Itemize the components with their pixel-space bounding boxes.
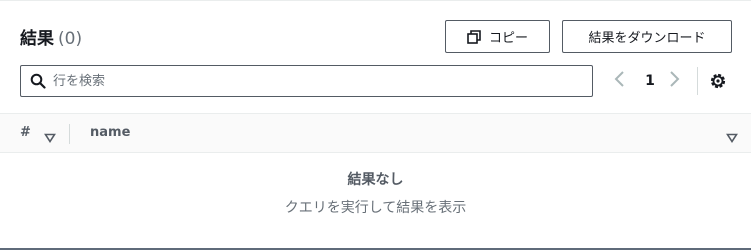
- results-header: 結果 (0) コピー 結果をダウンロード 行を検索 1: [0, 1, 751, 113]
- download-button-label: 結果をダウンロード: [588, 31, 706, 46]
- empty-state-title: 結果なし: [347, 172, 404, 188]
- pagination-divider: [697, 67, 698, 95]
- search-input[interactable]: [53, 70, 583, 92]
- column-header-index: #: [20, 125, 31, 140]
- search-field: [20, 65, 593, 97]
- search-icon: [30, 73, 46, 89]
- current-page-number[interactable]: 1: [640, 67, 660, 95]
- download-results-button[interactable]: 結果をダウンロード: [562, 20, 732, 53]
- empty-state-description: クエリを実行して結果を表示: [284, 200, 467, 216]
- results-title-label: 結果: [20, 29, 54, 49]
- sort-down-icon[interactable]: [726, 128, 738, 143]
- results-count: (0): [58, 29, 83, 49]
- copy-icon: [467, 29, 481, 44]
- column-header-name[interactable]: name: [90, 125, 130, 140]
- copy-button[interactable]: コピー: [445, 20, 550, 53]
- copy-button-label: コピー: [488, 31, 528, 46]
- empty-state: 結果なし クエリを実行して結果を表示: [0, 169, 751, 217]
- results-title: 結果 (0): [20, 24, 82, 49]
- gear-icon[interactable]: [709, 72, 727, 90]
- next-page-button[interactable]: [668, 67, 688, 95]
- chevron-right-icon: [668, 70, 680, 92]
- column-divider[interactable]: [69, 124, 70, 144]
- sort-down-icon[interactable]: [44, 128, 56, 143]
- results-panel: 結果 (0) コピー 結果をダウンロード 行を検索 1 # name 結果なし …: [0, 0, 751, 250]
- previous-page-button[interactable]: [614, 67, 634, 95]
- table-header-row: # name: [0, 113, 751, 153]
- chevron-left-icon: [614, 70, 626, 92]
